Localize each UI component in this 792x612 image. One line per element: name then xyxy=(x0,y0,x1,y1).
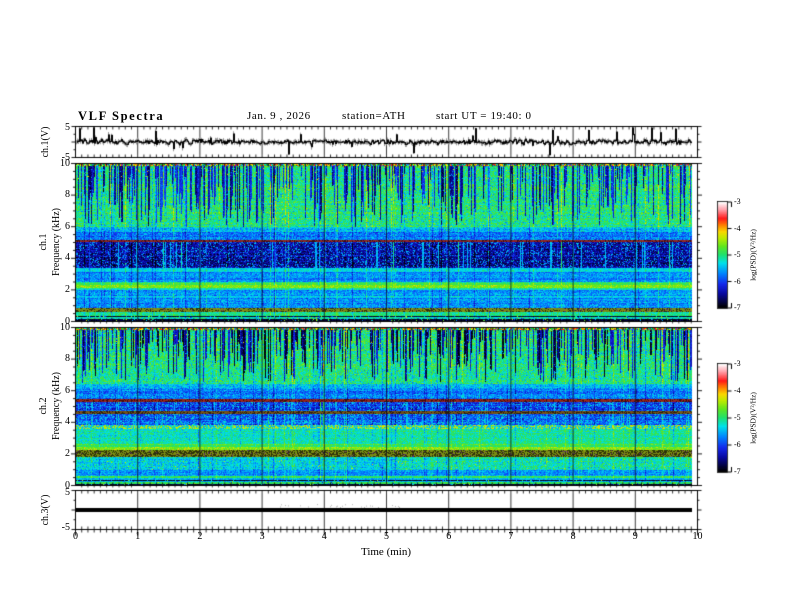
plot-canvas xyxy=(0,0,792,612)
vlf-spectra-figure: VLF Spectra Jan. 9 , 2026 station=ATH st… xyxy=(0,0,792,612)
